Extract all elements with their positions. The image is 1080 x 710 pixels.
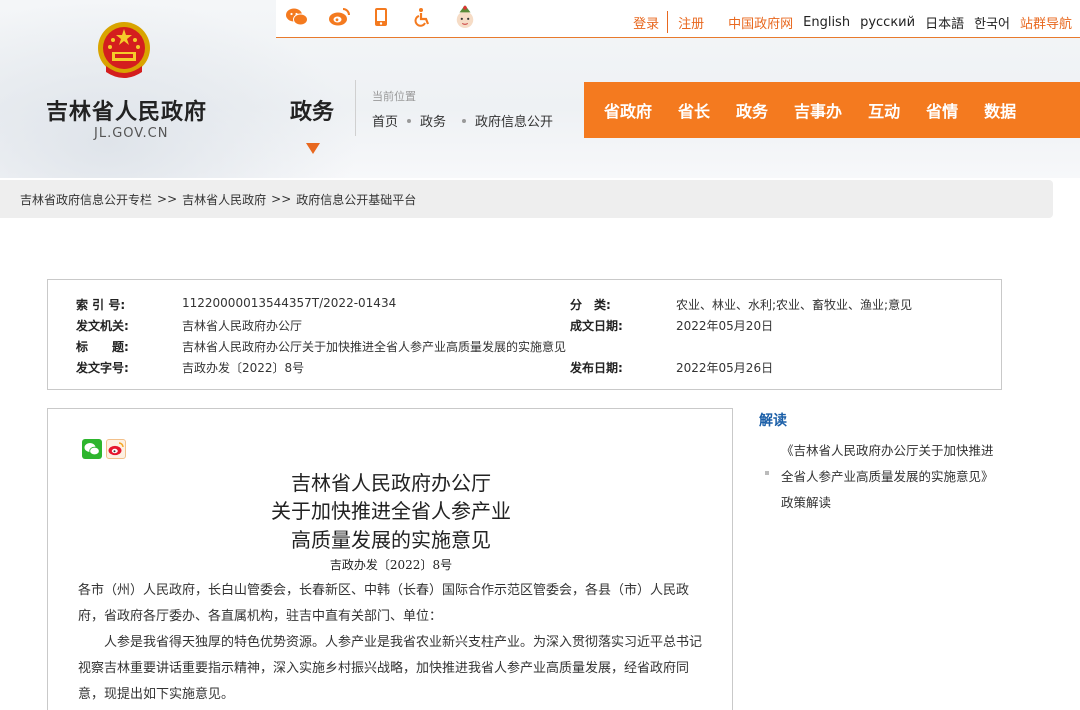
- gov-cn-link[interactable]: 中国政府网: [728, 13, 793, 32]
- metadata-row: 成文日期: 2022年05月20日: [570, 317, 773, 334]
- metadata-row: 发布日期: 2022年05月26日: [570, 359, 773, 376]
- title-label: 标 题:: [76, 340, 129, 354]
- wechat-share-icon[interactable]: [82, 439, 102, 459]
- breadcrumb-item[interactable]: 政府信息公开基础平台: [296, 191, 416, 208]
- korean-link[interactable]: 한국어: [974, 13, 1010, 32]
- location-info-disclosure-link[interactable]: 政府信息公开: [475, 111, 553, 130]
- national-emblem-icon[interactable]: [96, 20, 152, 82]
- metadata-row: 索 引 号: 11220000013544357T/2022-01434: [76, 296, 396, 313]
- breadcrumb-separator: >>: [271, 192, 292, 206]
- title-value: 吉林省人民政府办公厅关于加快推进全省人参产业高质量发展的实施意见: [182, 340, 567, 354]
- document-number-value: 吉政办发〔2022〕8号: [182, 361, 305, 375]
- interpretation-link[interactable]: 《吉林省人民政府办公厅关于加快推进全省人参产业高质量发展的实施意见》政策解读: [765, 438, 1005, 516]
- weibo-share-icon[interactable]: [106, 439, 126, 459]
- interpretation-heading: 解读: [759, 413, 787, 429]
- top-links: 登录 注册 中国政府网 English русский 日本語 한국어 站群导航: [623, 11, 1072, 33]
- category-value: 农业、林业、水利;农业、畜牧业、渔业;意见: [676, 298, 913, 312]
- document-title-line: 关于加快推进全省人参产业: [271, 499, 511, 523]
- issuer-label: 发文机关:: [76, 319, 129, 333]
- site-group-nav-link[interactable]: 站群导航: [1020, 13, 1072, 32]
- site-name[interactable]: 吉林省人民政府: [46, 94, 207, 126]
- metadata-row: 分 类: 农业、林业、水利;农业、畜牧业、渔业;意见: [570, 296, 912, 313]
- main-nav: 省政府 省长 政务 吉事办 互动 省情 数据: [584, 82, 1080, 138]
- nav-item-affairs[interactable]: 政务: [736, 98, 768, 122]
- breadcrumb-item[interactable]: 吉林省政府信息公开专栏: [20, 191, 152, 208]
- location-home-link[interactable]: 首页: [372, 111, 398, 130]
- metadata-row: 发文机关: 吉林省人民政府办公厅: [76, 317, 302, 334]
- login-link[interactable]: 登录: [633, 13, 659, 32]
- nav-item-interaction[interactable]: 互动: [868, 98, 900, 122]
- breadcrumb-item[interactable]: 吉林省人民政府: [182, 191, 266, 208]
- nav-item-provincial-government[interactable]: 省政府: [604, 98, 652, 122]
- metadata-row: 标 题: 吉林省人民政府办公厅关于加快推进全省人参产业高质量发展的实施意见: [76, 338, 566, 355]
- location-label: 当前位置: [372, 90, 416, 103]
- share-buttons: [82, 439, 126, 459]
- document-number: 吉政办发〔2022〕8号: [329, 558, 453, 572]
- english-link[interactable]: English: [803, 15, 850, 30]
- separator-dot-icon: [462, 118, 467, 123]
- location-affairs-link[interactable]: 政务: [420, 111, 446, 130]
- section-title: 政务: [290, 100, 335, 125]
- nav-item-data[interactable]: 数据: [984, 98, 1016, 122]
- nav-item-services[interactable]: 吉事办: [794, 98, 842, 122]
- document-title-line: 吉林省人民政府办公厅: [291, 471, 491, 495]
- date-written-label: 成文日期:: [570, 319, 623, 333]
- breadcrumb: 吉林省政府信息公开专栏 >> 吉林省人民政府 >> 政府信息公开基础平台: [0, 180, 1053, 218]
- divider: [667, 11, 669, 33]
- bullet-icon: [765, 471, 769, 475]
- breadcrumb-separator: >>: [157, 192, 178, 206]
- site-domain: JL.GOV.CN: [94, 126, 169, 141]
- document-title-line: 高质量发展的实施意见: [291, 528, 491, 552]
- register-link[interactable]: 注册: [678, 13, 704, 32]
- wechat-icon[interactable]: [286, 6, 308, 28]
- location-path: 首页 政务 政府信息公开: [372, 111, 553, 130]
- separator-dot-icon: [407, 118, 412, 123]
- publish-date-value: 2022年05月26日: [676, 361, 774, 375]
- interpretation-link-text[interactable]: 《吉林省人民政府办公厅关于加快推进全省人参产业高质量发展的实施意见》政策解读: [765, 438, 1005, 516]
- recipients-paragraph: 各市（州）人民政府，长白山管委会，长春新区、中韩（长春）国际合作示范区管委会，各…: [78, 583, 690, 624]
- body-paragraph: 人参是我省得天独厚的特色优势资源。人参产业是我省农业新兴支柱产业。为深入贯彻落实…: [78, 635, 703, 702]
- date-written-value: 2022年05月20日: [676, 319, 774, 333]
- index-number-value: 11220000013544357T/2022-01434: [182, 296, 397, 310]
- weibo-icon[interactable]: [328, 6, 350, 28]
- accessibility-icon[interactable]: [412, 6, 434, 28]
- mobile-icon[interactable]: [370, 6, 392, 28]
- russian-link[interactable]: русский: [860, 15, 915, 30]
- document-metadata-table: 索 引 号: 11220000013544357T/2022-01434 分 类…: [47, 279, 1002, 390]
- elder-mode-icon[interactable]: [454, 5, 476, 28]
- japanese-link[interactable]: 日本語: [925, 13, 964, 32]
- caret-down-icon: [306, 143, 320, 154]
- index-number-label: 索 引 号:: [76, 298, 126, 312]
- top-icon-group: [286, 5, 476, 28]
- divider: [355, 80, 356, 136]
- document-number-label: 发文字号:: [76, 361, 129, 375]
- article-panel: 吉林省人民政府办公厅 关于加快推进全省人参产业 高质量发展的实施意见 吉政办发〔…: [47, 408, 733, 710]
- nav-item-province-info[interactable]: 省情: [926, 98, 958, 122]
- issuer-value: 吉林省人民政府办公厅: [182, 319, 303, 333]
- publish-date-label: 发布日期:: [570, 361, 623, 375]
- metadata-row: 发文字号: 吉政办发〔2022〕8号: [76, 359, 304, 376]
- nav-item-governor[interactable]: 省长: [678, 98, 710, 122]
- category-label: 分 类:: [570, 298, 611, 312]
